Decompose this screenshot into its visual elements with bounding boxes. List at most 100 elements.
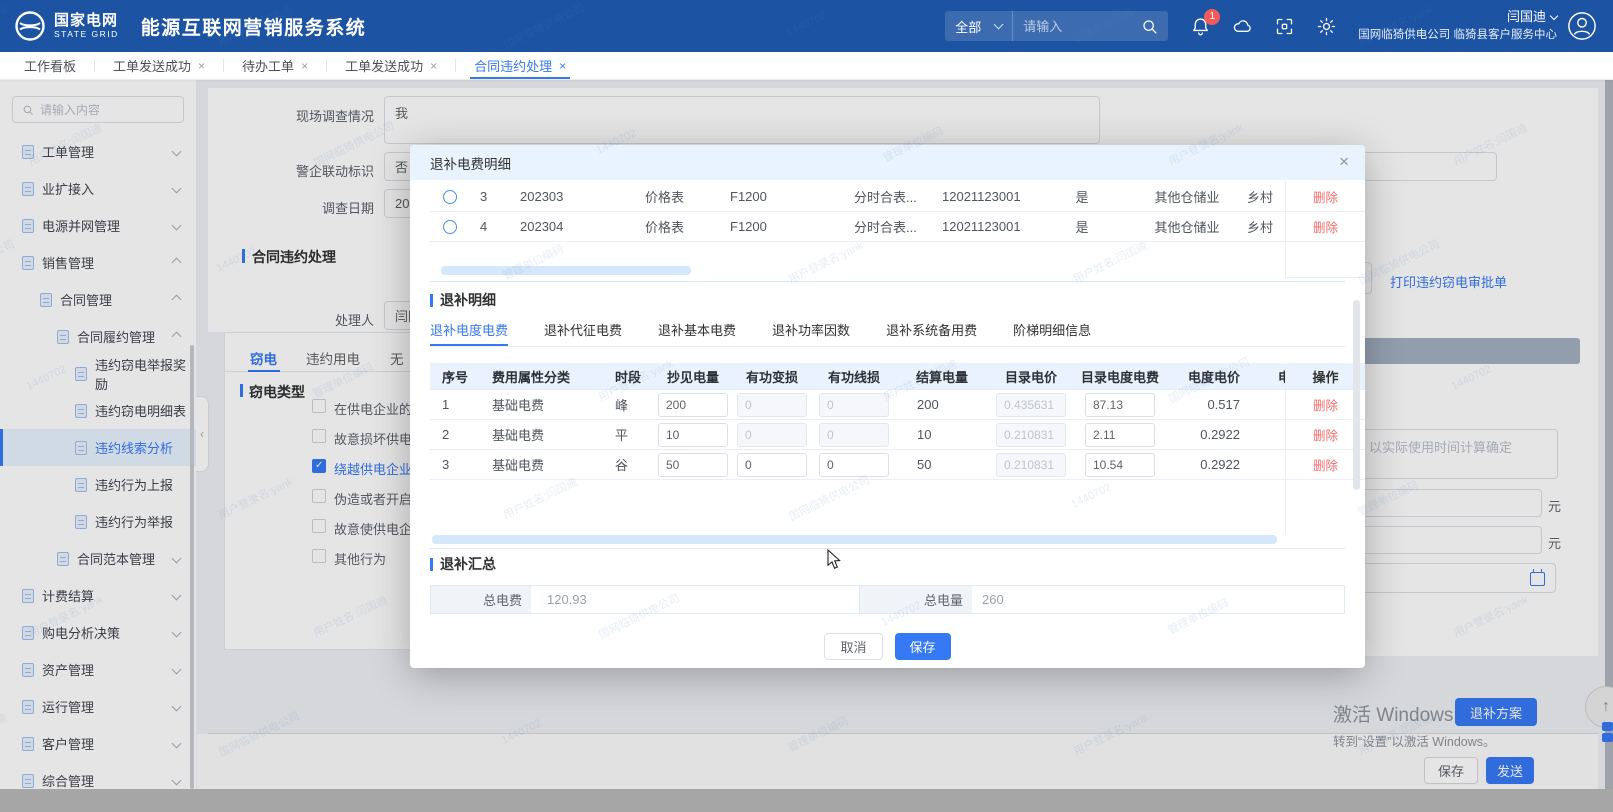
delete-row-link[interactable]: 删除 (1313, 217, 1338, 236)
state-grid-logo-icon (14, 10, 46, 42)
settings-gear-icon[interactable] (1316, 16, 1337, 37)
table-row[interactable]: 4 202304 价格表 F1200 分时合表... 12021123001 是… (430, 212, 1345, 242)
read-qty-input[interactable] (658, 453, 728, 477)
tab-label: 工单发送成功 (113, 56, 191, 75)
col-header: 序号 (430, 367, 482, 386)
search-scope-select[interactable]: 全部 (945, 11, 1013, 41)
user-block[interactable]: 闫国迪 国网临猗供电公司 临猗县客户服务中心 (1358, 9, 1557, 43)
var-loss-input[interactable] (737, 423, 807, 447)
var-loss-input[interactable] (737, 393, 807, 417)
chevron-down-icon (1550, 12, 1558, 20)
cell-month: 202303 (507, 189, 607, 204)
table-row[interactable]: 3 202303 价格表 F1200 分时合表... 12021123001 是… (430, 182, 1345, 212)
refund-fee-detail-modal: 退补电费明细 3 202303 价格表 F1200 分时合表... 120211… (410, 145, 1365, 668)
col-header: 有功变损 (734, 367, 810, 386)
horizontal-scrollbar[interactable] (432, 535, 1277, 544)
read-qty-input[interactable] (658, 423, 728, 447)
cell-settle-qty: 200 (898, 397, 986, 412)
section-label: 退补明细 (440, 290, 496, 310)
cell-code: F1200 (722, 219, 847, 234)
modal-vertical-scrollbar[interactable] (1353, 300, 1360, 490)
modal-title: 退补电费明细 (430, 153, 511, 173)
catalog-fee-input[interactable] (1085, 453, 1155, 477)
brand-name-en: STATE GRID (54, 30, 119, 39)
tab-label: 工单发送成功 (345, 56, 423, 75)
cell-meter-type: 分时合表... (847, 217, 942, 236)
app-header: 国家电网 STATE GRID 能源互联网营销服务系统 全部 1 闫国迪 国网临… (0, 0, 1613, 52)
app-title: 能源互联网营销服务系统 (141, 13, 367, 40)
tab-power-factor[interactable]: 退补功率因数 (772, 320, 850, 346)
var-loss-input[interactable] (737, 453, 807, 477)
save-button[interactable]: 保存 (895, 633, 951, 660)
tab-workboard[interactable]: 工作看板 (20, 52, 80, 79)
cell-unit-price: 0.2922 (1164, 427, 1250, 442)
tab-ladder-detail[interactable]: 阶梯明细信息 (1013, 320, 1091, 346)
cell-industry: 其他仓储业 (1127, 187, 1247, 206)
tab-collection-fee[interactable]: 退补代征电费 (544, 320, 622, 346)
section-title-refund-detail: 退补明细 (430, 290, 496, 310)
tab-energy-fee[interactable]: 退补电度电费 (430, 320, 508, 346)
search-scope-value: 全部 (955, 17, 981, 36)
cell-meter-type: 分时合表... (847, 187, 942, 206)
catalog-fee-input[interactable] (1085, 393, 1155, 417)
brand-block: 国家电网 STATE GRID (54, 13, 119, 39)
close-icon[interactable] (1339, 153, 1349, 170)
tab-basic-fee[interactable]: 退补基本电费 (658, 320, 736, 346)
search-icon[interactable] (1141, 18, 1158, 35)
global-search: 全部 (945, 11, 1168, 41)
user-name: 闫国迪 (1507, 9, 1546, 25)
tab-label: 待办工单 (242, 56, 294, 75)
close-icon[interactable]: × (301, 60, 308, 72)
row-radio[interactable] (443, 220, 457, 234)
close-icon[interactable]: × (198, 60, 205, 72)
row-radio[interactable] (443, 190, 457, 204)
cell-category: 基础电费 (482, 395, 612, 414)
tab-todo-orders[interactable]: 待办工单 × (238, 52, 312, 79)
cell-flag: 是 (1037, 187, 1127, 206)
col-header: 电度电价 (1164, 367, 1250, 386)
catalog-price-input[interactable] (996, 393, 1066, 417)
notification-badge: 1 (1204, 9, 1220, 25)
col-header: 时段 (612, 367, 652, 386)
col-header: 目录电价 (986, 367, 1076, 386)
col-header: 目录电度电费 (1076, 367, 1164, 386)
fee-row: 2 基础电费 平 10 0.2922 (430, 420, 1345, 450)
delete-row-link[interactable]: 删除 (1313, 395, 1338, 414)
horizontal-scrollbar[interactable] (441, 266, 691, 275)
cell-period: 谷 (612, 455, 652, 474)
catalog-fee-input[interactable] (1085, 423, 1155, 447)
tab-label: 合同违约处理 (474, 56, 552, 75)
delete-row-link[interactable]: 删除 (1313, 187, 1338, 206)
avatar[interactable] (1567, 11, 1597, 41)
cancel-button[interactable]: 取消 (824, 633, 882, 660)
close-icon[interactable]: × (430, 60, 437, 72)
read-qty-input[interactable] (658, 393, 728, 417)
cell-settle-qty: 50 (898, 457, 986, 472)
line-loss-input[interactable] (819, 393, 889, 417)
tab-system-reserve-fee[interactable]: 退补系统备用费 (886, 320, 977, 346)
catalog-price-input[interactable] (996, 423, 1066, 447)
col-header: 结算电量 (898, 367, 986, 386)
tab-order-sent-1[interactable]: 工单发送成功 × (109, 52, 209, 79)
cell-industry: 其他仓储业 (1127, 217, 1247, 236)
fee-table-header: 序号 费用属性分类 时段 抄见电量 有功变损 有功线损 结算电量 目录电价 目录… (430, 363, 1345, 390)
delete-row-link[interactable]: 删除 (1313, 425, 1338, 444)
page-tabbar: 工作看板 工单发送成功 × 待办工单 × 工单发送成功 × 合同违约处理 × (0, 52, 1613, 80)
fee-row: 1 基础电费 峰 200 0.517 (430, 390, 1345, 420)
total-fee-label: 总电费 (431, 586, 531, 613)
global-search-input[interactable] (1013, 19, 1141, 34)
line-loss-input[interactable] (819, 453, 889, 477)
cloud-icon[interactable] (1232, 16, 1253, 37)
tab-contract-breach[interactable]: 合同违约处理 × (470, 52, 570, 79)
summary-row: 总电费 120.93 总电量 260 (430, 585, 1345, 614)
close-icon[interactable]: × (559, 60, 566, 72)
col-header: 有功线损 (810, 367, 898, 386)
tab-order-sent-2[interactable]: 工单发送成功 × (341, 52, 441, 79)
fullscreen-icon[interactable] (1274, 16, 1295, 37)
catalog-price-input[interactable] (996, 453, 1066, 477)
tab-separator (326, 59, 327, 72)
refund-detail-tabs: 退补电度电费 退补代征电费 退补基本电费 退补功率因数 退补系统备用费 阶梯明细… (430, 320, 1345, 347)
notification-bell-icon[interactable]: 1 (1190, 16, 1211, 37)
delete-row-link[interactable]: 删除 (1313, 455, 1338, 474)
line-loss-input[interactable] (819, 423, 889, 447)
